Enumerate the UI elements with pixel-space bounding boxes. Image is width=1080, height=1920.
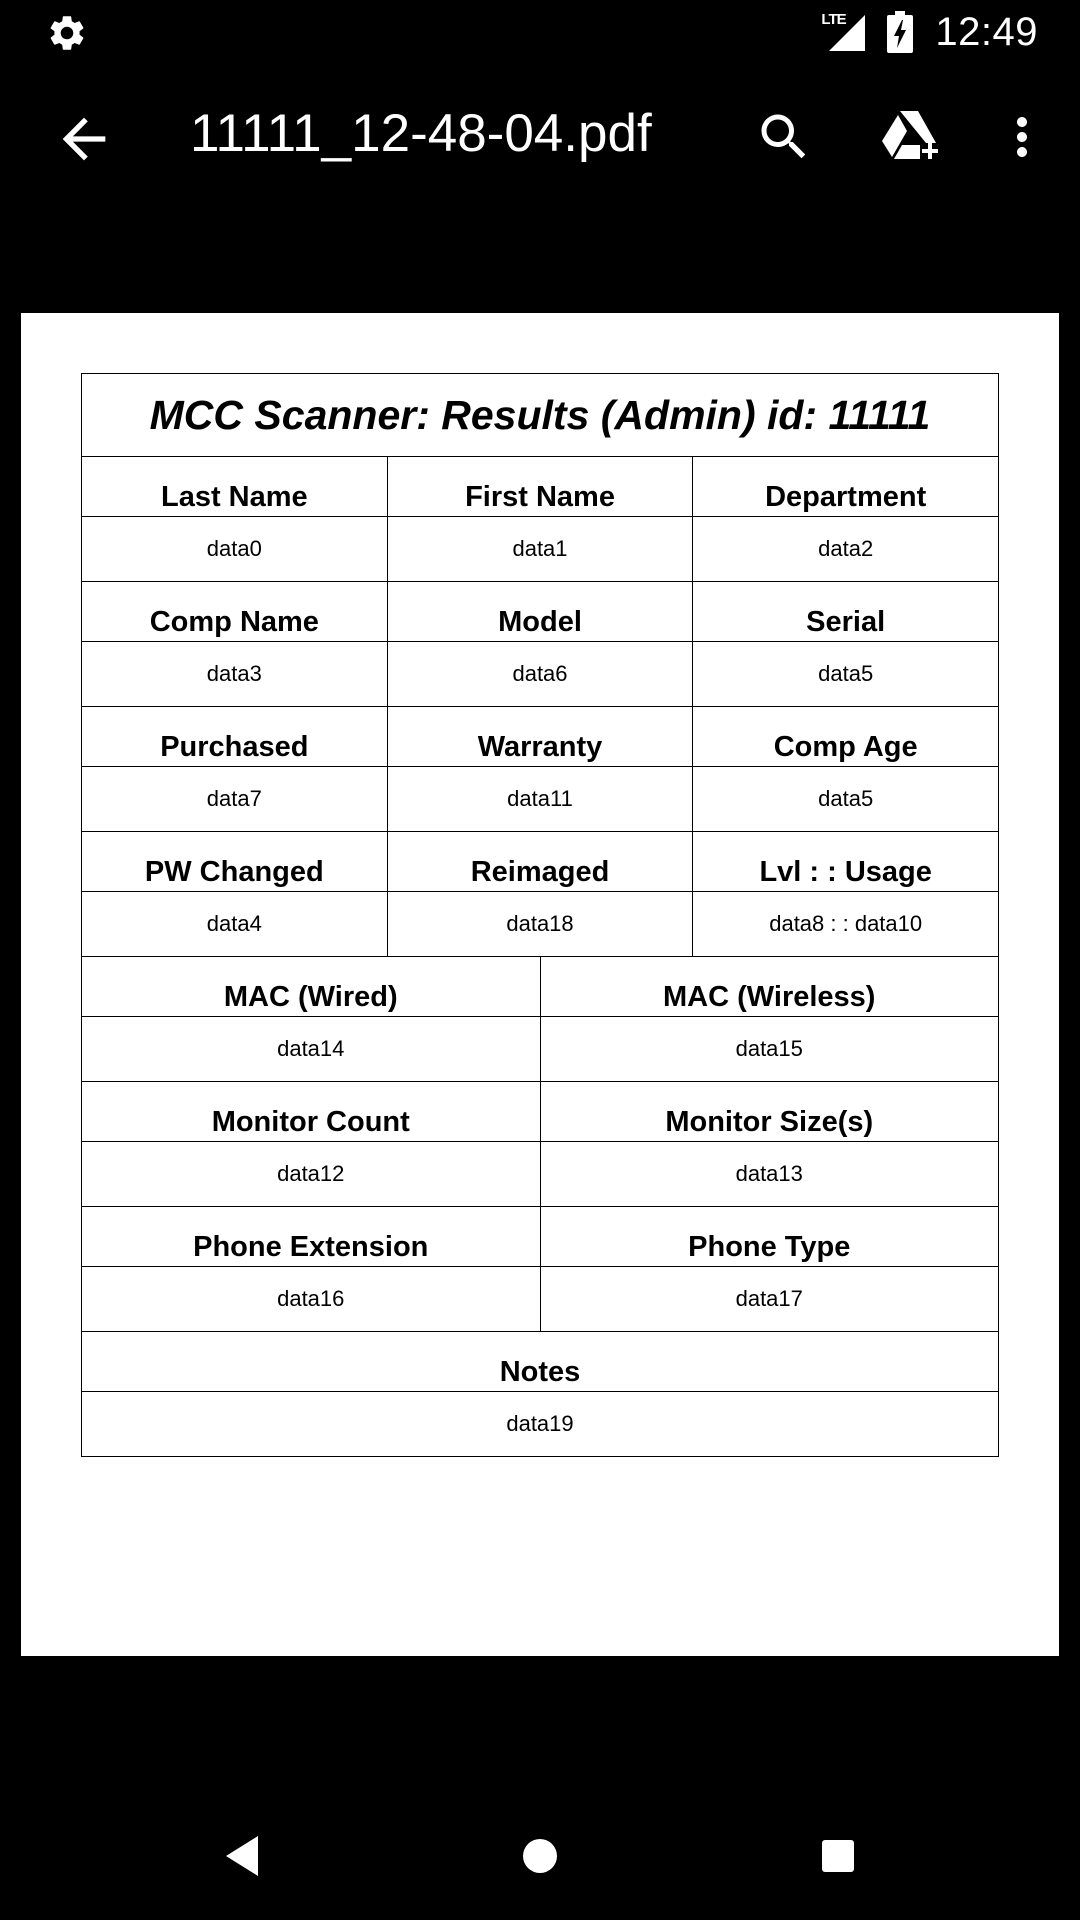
field-label: Phone Type [539,1207,999,1266]
pdf-page: MCC Scanner: Results (Admin) id: 11111 L… [21,313,1059,1656]
field-label: Monitor Count [211,1106,410,1138]
table-header-row: Notes [82,1331,998,1391]
table-value-row: data0 data1 data2 [82,516,998,581]
field-label: MAC (Wired) [223,981,398,1013]
field-label: Department [692,457,998,516]
field-value: data2 [692,517,998,581]
field-label: First Name [386,457,693,516]
field-label: Serial [692,582,998,641]
nav-recents-icon[interactable] [806,1824,870,1888]
table-value-row: data4 data18 data8 : : data10 [82,891,998,956]
field-value: data5 [692,642,998,706]
field-value: data18 [386,892,693,956]
table-body: Last Name First Name Department data0 data1 d… [82,457,998,1456]
table-value-row: data14 data15 [82,1016,998,1081]
field-value: data19 [506,1411,574,1436]
table-header-row: MAC (Wired) MAC (Wireless) [82,956,998,1016]
status-clock: 12:49 [935,9,1038,54]
table-value-row: data7 data11 data5 [82,766,998,831]
field-value: data6 [386,642,693,706]
table-header-row: Purchased Warranty Comp Age [82,706,998,766]
field-value: data16 [277,1286,345,1311]
nav-back-icon[interactable] [210,1824,274,1888]
field-label: MAC (Wireless) [539,957,999,1016]
system-nav-bar [0,1790,1080,1920]
field-label: Reimaged [386,832,693,891]
field-value: data11 [386,767,693,831]
lte-signal-icon: LTE [821,11,869,53]
table-header-row: PW Changed Reimaged Lvl : : Usage [82,831,998,891]
field-label: Purchased [160,731,309,763]
app-toolbar: 11111_12-48-04.pdf [0,63,1080,211]
results-table: MCC Scanner: Results (Admin) id: 11111 L… [81,373,999,1457]
more-vert-icon[interactable] [986,101,1058,173]
field-value: data4 [206,911,262,936]
field-value: data5 [692,767,998,831]
table-header-row: Phone Extension Phone Type [82,1206,998,1266]
back-arrow-icon[interactable] [52,107,116,171]
table-header-row: Comp Name Model Serial [82,581,998,641]
report-title: MCC Scanner: Results (Admin) id: 11111 [82,374,998,457]
field-label: Last Name [161,481,308,513]
status-bar: LTE 12:49 [0,0,1080,63]
field-label: Comp Age [692,707,998,766]
table-header-row: Monitor Count Monitor Size(s) [82,1081,998,1141]
document-title: 11111_12-48-04.pdf [190,104,652,163]
field-value: data12 [277,1161,345,1186]
drive-add-icon[interactable] [874,101,946,173]
table-value-row: data19 [82,1391,998,1456]
search-icon[interactable] [748,101,820,173]
field-value: data7 [206,786,262,811]
gear-icon [46,12,88,54]
field-value: data17 [539,1267,999,1331]
table-value-row: data12 data13 [82,1141,998,1206]
field-label: Notes [499,1356,581,1388]
table-value-row: data3 data6 data5 [82,641,998,706]
field-label: Model [386,582,693,641]
field-value: data8 : : data10 [692,892,998,956]
field-label: Phone Extension [193,1231,429,1263]
field-label: Comp Name [149,606,319,638]
table-value-row: data16 data17 [82,1266,998,1331]
field-value: data13 [539,1142,999,1206]
table-header-row: Last Name First Name Department [82,457,998,516]
field-label: Monitor Size(s) [539,1082,999,1141]
field-label: Lvl : : Usage [692,832,998,891]
field-label: Warranty [386,707,693,766]
field-value: data14 [277,1036,345,1061]
field-value: data1 [386,517,693,581]
battery-charging-icon [887,11,914,53]
field-label: PW Changed [144,856,324,888]
field-value: data15 [539,1017,999,1081]
field-value: data0 [206,536,262,561]
nav-home-icon[interactable] [508,1824,572,1888]
field-value: data3 [206,661,262,686]
